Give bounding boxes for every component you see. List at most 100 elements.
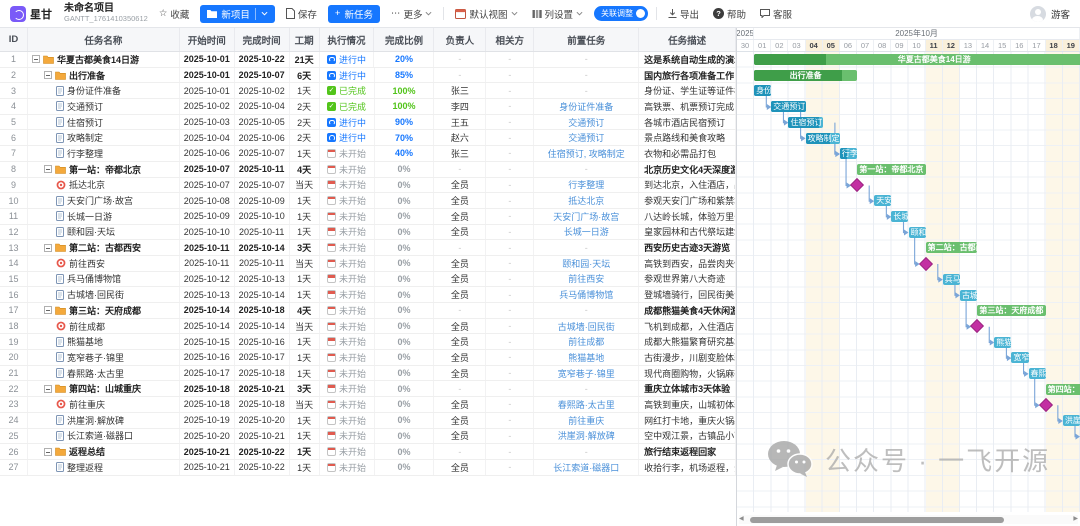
expander-toggle[interactable] (43, 447, 52, 456)
task-bar[interactable]: 住宿预订 (788, 116, 823, 128)
cell-task-name[interactable]: 颐和园·天坛 (28, 224, 180, 240)
table-row[interactable]: 18 前往成都 2025-10-14 2025-10-14 当天 未开始 0% 全员 - 古城墙·… (0, 318, 736, 335)
cell-task-name[interactable]: 前往西安 (28, 255, 180, 271)
table-row[interactable]: 17 第三站：天府成都 2025-10-14 2025-10-18 4天 未开始 0% - - -… (0, 303, 736, 319)
task-bar[interactable]: 颐和园·天坛 (908, 226, 926, 238)
cell-task-name[interactable]: 兵马俑博物馆 (28, 271, 180, 287)
cell-task-name[interactable]: 宽窄巷子·锦里 (28, 350, 180, 365)
chevron-down-icon[interactable] (261, 11, 268, 16)
user-area[interactable]: 游客 (1029, 5, 1070, 22)
cell-task-name[interactable]: 抵达北京 (28, 177, 180, 193)
table-row[interactable]: 1 华夏古都美食14日游 2025-10-01 2025-10-22 21天 进行中 20%… (0, 52, 736, 68)
cell-task-name[interactable]: 第一站：帝都北京 (28, 161, 180, 177)
export-button[interactable]: 导出 (665, 7, 702, 21)
support-button[interactable]: 客服 (757, 7, 795, 21)
table-row[interactable]: 25 长江索道·磁器口 2025-10-20 2025-10-21 1天 未开始 0% 全员 -… (0, 428, 736, 445)
table-row[interactable]: 21 春熙路·太古里 2025-10-17 2025-10-18 1天 未开始 0% 全员 - 宽… (0, 365, 736, 382)
table-row[interactable]: 5 住宿预订 2025-10-03 2025-10-05 2天 进行中 90% 王五 - 交通预订… (0, 114, 736, 131)
table-row[interactable]: 12 颐和园·天坛 2025-10-10 2025-10-11 1天 未开始 0% 全员 - 长城… (0, 224, 736, 241)
new-project-button[interactable]: 新项目 (200, 4, 275, 23)
link-adjust-toggle[interactable]: 关联调整 (594, 6, 649, 21)
expander-toggle[interactable] (43, 165, 52, 174)
scrollbar-thumb[interactable] (749, 516, 1004, 523)
cell-task-name[interactable]: 整理返程 (28, 459, 180, 475)
horizontal-scrollbar[interactable]: ◀ ▶ (739, 515, 1078, 524)
cell-predecessor[interactable]: 前往成都 (534, 334, 640, 350)
table-row[interactable]: 22 第四站：山城重庆 2025-10-18 2025-10-21 3天 未开始 0% - - -… (0, 381, 736, 398)
cell-task-name[interactable]: 出行准备 (28, 67, 180, 83)
summary-bar[interactable]: 出行准备 (754, 69, 858, 81)
more-button[interactable]: ⋯ 更多 (388, 7, 436, 21)
cell-predecessor[interactable]: 前往西安 (534, 271, 640, 287)
save-button[interactable]: 保存 (283, 7, 320, 21)
expander-toggle[interactable] (43, 243, 52, 252)
table-row[interactable]: 8 第一站：帝都北京 2025-10-07 2025-10-11 4天 未开始 0% - - - 北… (0, 161, 736, 178)
cell-task-name[interactable]: 春熙路·太古里 (28, 365, 180, 381)
cell-predecessor[interactable]: 行李整理 (534, 177, 640, 193)
cell-predecessor[interactable]: 长江索道·磁器口 (534, 459, 640, 475)
table-row[interactable]: 15 兵马俑博物馆 2025-10-12 2025-10-13 1天 未开始 0% 全员 - 前往… (0, 271, 736, 288)
table-row[interactable]: 6 攻略制定 2025-10-04 2025-10-06 2天 进行中 70% 赵六 - 交通预订… (0, 130, 736, 147)
cell-task-name[interactable]: 洪崖洞·解放碑 (28, 412, 180, 428)
cell-predecessor[interactable]: 颐和园·天坛 (534, 255, 640, 271)
task-bar[interactable]: 交通预订 (771, 101, 806, 113)
task-bar[interactable]: 宽窄巷子·锦里 (1011, 352, 1029, 364)
cell-predecessor[interactable]: 兵马俑博物馆 (534, 287, 640, 302)
table-row[interactable]: 10 天安门广场·故宫 2025-10-08 2025-10-09 1天 未开始 0% 全员 -… (0, 193, 736, 209)
table-row[interactable]: 19 熊猫基地 2025-10-15 2025-10-16 1天 未开始 0% 全员 - 前往成都… (0, 334, 736, 351)
summary-bar[interactable]: 第一站：帝都北京 (857, 163, 926, 175)
cell-predecessor[interactable]: 前往重庆 (534, 412, 640, 428)
expander-toggle[interactable] (31, 55, 40, 64)
cell-task-name[interactable]: 天安门广场·故宫 (28, 193, 180, 208)
summary-bar[interactable]: 第三站：天府成都 (977, 305, 1046, 317)
cell-predecessor[interactable]: 住宿预订, 攻略制定 (534, 146, 640, 161)
cell-task-name[interactable]: 前往重庆 (28, 397, 180, 412)
cell-task-name[interactable]: 返程总结 (28, 444, 180, 459)
table-row[interactable]: 2 出行准备 2025-10-01 2025-10-07 6天 进行中 85% - - - 国内旅行… (0, 67, 736, 84)
new-task-button[interactable]: + 新任务 (327, 4, 380, 23)
scrollbar-track[interactable] (746, 516, 1072, 523)
cell-task-name[interactable]: 古城墙·回民街 (28, 287, 180, 302)
cell-predecessor[interactable]: 古城墙·回民街 (534, 318, 640, 334)
cell-predecessor[interactable]: 交通预订 (534, 114, 640, 130)
task-bar[interactable]: 洪崖洞·解放碑 (1062, 415, 1080, 427)
task-bar[interactable]: 行李整理 (839, 148, 858, 160)
favorite-button[interactable]: ☆ 收藏 (156, 7, 193, 21)
cell-task-name[interactable]: 第二站：古都西安 (28, 240, 180, 255)
help-button[interactable]: ? 帮助 (710, 7, 749, 21)
cell-predecessor[interactable]: 洪崖洞·解放碑 (534, 428, 640, 444)
table-row[interactable]: 26 返程总结 2025-10-21 2025-10-22 1天 未开始 0% - - - 旅行结束… (0, 444, 736, 460)
summary-bar[interactable]: 第四站：山城重庆 (1045, 383, 1080, 395)
table-row[interactable]: 11 长城一日游 2025-10-09 2025-10-10 1天 未开始 0% 全员 - 天安门… (0, 208, 736, 225)
cell-task-name[interactable]: 身份证件准备 (28, 83, 180, 99)
expander-toggle[interactable] (43, 384, 52, 393)
cell-predecessor[interactable]: 交通预订 (534, 130, 640, 146)
task-bar[interactable]: 攻略制定 (805, 132, 840, 144)
table-row[interactable]: 13 第二站：古都西安 2025-10-11 2025-10-14 3天 未开始 0% - - -… (0, 240, 736, 256)
summary-bar[interactable]: 第二站：古都西安 (925, 242, 978, 254)
task-bar[interactable]: 春熙路·太古里 (1028, 368, 1046, 379)
cell-predecessor[interactable]: 春熙路·太古里 (534, 397, 640, 412)
table-row[interactable]: 24 洪崖洞·解放碑 2025-10-19 2025-10-20 1天 未开始 0% 全员 - 前… (0, 412, 736, 429)
task-bar[interactable]: 熊猫基地 (994, 336, 1012, 348)
scroll-left-arrow[interactable]: ◀ (739, 515, 744, 524)
cell-task-name[interactable]: 华夏古都美食14日游 (28, 52, 180, 67)
table-row[interactable]: 14 前往西安 2025-10-11 2025-10-11 当天 未开始 0% 全员 - 颐和园·… (0, 255, 736, 272)
cell-predecessor[interactable]: 熊猫基地 (534, 350, 640, 365)
cell-predecessor[interactable]: 宽窄巷子·锦里 (534, 365, 640, 381)
task-bar[interactable]: 身份证件准备 (754, 85, 772, 97)
cell-task-name[interactable]: 第四站：山城重庆 (28, 381, 180, 397)
cell-task-name[interactable]: 长江索道·磁器口 (28, 428, 180, 444)
table-row[interactable]: 23 前往重庆 2025-10-18 2025-10-18 当天 未开始 0% 全员 - 春熙路·… (0, 397, 736, 413)
cell-task-name[interactable]: 长城一日游 (28, 208, 180, 224)
table-row[interactable]: 4 交通预订 2025-10-02 2025-10-04 2天 ✓ 已完成 100% 李四 - 身份… (0, 99, 736, 115)
expander-toggle[interactable] (43, 71, 52, 80)
task-bar[interactable]: 兵马俑博物馆 (942, 273, 960, 285)
summary-bar[interactable]: 华夏古都美食14日游 (754, 54, 1080, 65)
column-settings-button[interactable]: 列设置 (529, 7, 587, 21)
task-bar[interactable]: 长城一日游 (891, 211, 909, 222)
cell-task-name[interactable]: 交通预订 (28, 99, 180, 114)
cell-predecessor[interactable]: 天安门广场·故宫 (534, 208, 640, 224)
cell-task-name[interactable]: 第三站：天府成都 (28, 303, 180, 318)
cell-task-name[interactable]: 攻略制定 (28, 130, 180, 146)
